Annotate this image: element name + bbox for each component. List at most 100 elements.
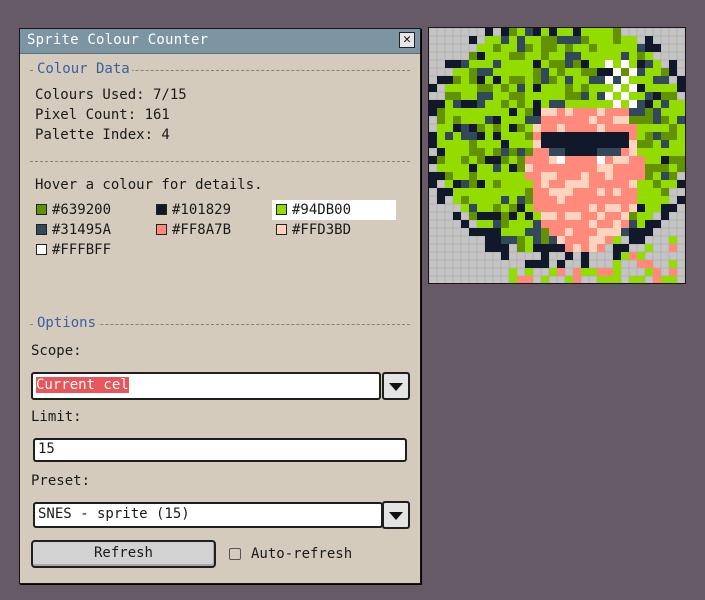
sprite-pixel [541, 196, 549, 204]
close-button[interactable]: ✕ [399, 32, 415, 48]
sprite-pixel [461, 204, 469, 212]
sprite-pixel [565, 236, 573, 244]
sprite-pixel [645, 180, 653, 188]
sprite-pixel [509, 124, 517, 132]
sprite-pixel [637, 172, 645, 180]
auto-refresh-checkbox[interactable] [229, 548, 241, 560]
sprite-pixel [613, 60, 621, 68]
refresh-button[interactable]: Refresh [31, 540, 216, 568]
sprite-pixel [525, 164, 533, 172]
sprite-pixel [653, 92, 661, 100]
sprite-pixel [589, 204, 597, 212]
sprite-pixel [653, 108, 661, 116]
sprite-pixel [437, 188, 445, 196]
swatch-639200[interactable]: #639200 [32, 200, 142, 220]
sprite-pixel [597, 156, 605, 164]
sprite-pixel [493, 92, 501, 100]
sprite-pixel [589, 68, 597, 76]
sprite-pixel [469, 124, 477, 132]
sprite-pixel [549, 140, 557, 148]
swatch-ff8a7b[interactable]: #FF8A7B [152, 220, 262, 240]
preset-dropdown-button[interactable] [382, 501, 410, 529]
swatch-101829[interactable]: #101829 [152, 200, 262, 220]
sprite-pixel [589, 228, 597, 236]
swatch-ffd3bd[interactable]: #FFD3BD [272, 220, 382, 240]
sprite-pixel [653, 276, 661, 283]
sprite-pixel [645, 44, 653, 52]
sprite-pixel [581, 244, 589, 252]
sprite-pixel [637, 60, 645, 68]
sprite-pixel [645, 148, 653, 156]
sprite-pixel [525, 148, 533, 156]
sprite-pixel [509, 76, 517, 84]
sprite-pixel [509, 156, 517, 164]
sprite-pixel [533, 132, 541, 140]
sprite-pixel [637, 140, 645, 148]
sprite-pixel [493, 236, 501, 244]
sprite-pixel [589, 92, 597, 100]
limit-label: Limit: [31, 409, 82, 425]
preset-select[interactable]: SNES - sprite (15) [33, 502, 383, 528]
sprite-pixel [629, 156, 637, 164]
sprite-pixel [565, 228, 573, 236]
sprite-pixel [525, 60, 533, 68]
sprite-pixel [597, 44, 605, 52]
sprite-pixel [525, 132, 533, 140]
sprite-pixel [621, 164, 629, 172]
sprite-pixel [557, 132, 565, 140]
sprite-pixel [581, 132, 589, 140]
sprite-pixel [589, 84, 597, 92]
sprite-pixel [517, 156, 525, 164]
sprite-pixel [605, 276, 613, 283]
swatch-fffbff[interactable]: #FFFBFF [32, 240, 142, 260]
sprite-pixel [469, 148, 477, 156]
sprite-pixel [501, 76, 509, 84]
sprite-pixel [573, 268, 581, 276]
sprite-pixel [565, 172, 573, 180]
swatch-31495a[interactable]: #31495A [32, 220, 142, 240]
swatch-94db00[interactable]: #94DB00 [272, 200, 396, 220]
sprite-pixel [445, 116, 453, 124]
sprite-pixel [637, 108, 645, 116]
sprite-pixel [637, 204, 645, 212]
sprite-pixel [557, 236, 565, 244]
sprite-pixel [509, 268, 517, 276]
sprite-pixel [509, 196, 517, 204]
sprite-pixel [541, 228, 549, 236]
sprite-pixel [605, 116, 613, 124]
sprite-pixel [605, 236, 613, 244]
sprite-pixel [613, 116, 621, 124]
sprite-pixel [637, 156, 645, 164]
sprite-pixel [629, 172, 637, 180]
sprite-pixel [493, 52, 501, 60]
sprite-pixel [429, 132, 437, 140]
sprite-pixel [581, 100, 589, 108]
sprite-pixel [581, 68, 589, 76]
sprite-pixel [549, 268, 557, 276]
sprite-pixel [605, 220, 613, 228]
sprite-pixel [669, 124, 677, 132]
sprite-pixel [509, 228, 517, 236]
sprite-pixel [453, 84, 461, 92]
titlebar[interactable]: Sprite Colour Counter ✕ [20, 29, 420, 54]
sprite-pixel [573, 172, 581, 180]
sprite-pixel [645, 116, 653, 124]
sprite-pixel [453, 108, 461, 116]
scope-select[interactable]: Current cel [31, 372, 381, 400]
scope-dropdown-button[interactable] [382, 372, 410, 400]
sprite-pixel [541, 44, 549, 52]
sprite-pixel [461, 92, 469, 100]
sprite-pixel [485, 28, 493, 36]
sprite-pixel [557, 268, 565, 276]
sprite-pixel [517, 196, 525, 204]
sprite-pixel [573, 244, 581, 252]
limit-input[interactable]: 15 [33, 438, 407, 462]
sprite-pixel [501, 140, 509, 148]
sprite-pixel [533, 100, 541, 108]
sprite-pixel [549, 212, 557, 220]
sprite-pixel [629, 276, 637, 283]
sprite-pixel [621, 68, 629, 76]
sprite-pixel [445, 188, 453, 196]
sprite-pixel [661, 124, 669, 132]
sprite-pixel [605, 132, 613, 140]
